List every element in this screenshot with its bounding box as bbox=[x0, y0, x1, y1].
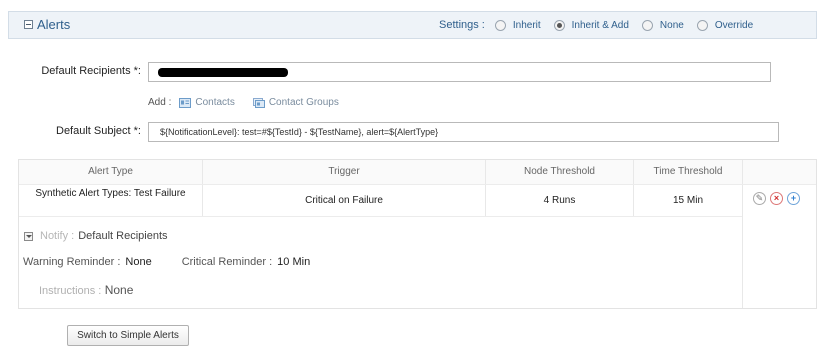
edit-icon[interactable]: ✎ bbox=[753, 192, 766, 205]
reminders-row: Warning Reminder : None Critical Reminde… bbox=[23, 256, 340, 268]
alerts-section-header: Alerts Settings : Inherit Inherit & Add … bbox=[8, 11, 817, 39]
radio-inherit-add[interactable]: Inherit & Add bbox=[553, 19, 629, 31]
notify-value: Default Recipients bbox=[78, 230, 168, 242]
warning-reminder-value: None bbox=[125, 256, 152, 268]
section-title: Alerts bbox=[37, 17, 71, 32]
radio-label: Inherit & Add bbox=[571, 19, 629, 31]
contact-groups-icon bbox=[252, 97, 265, 108]
expand-chevron-icon[interactable] bbox=[24, 231, 33, 241]
add-contacts-label: Contacts bbox=[195, 97, 235, 108]
warning-reminder-label: Warning Reminder : bbox=[23, 256, 121, 268]
default-recipients-input[interactable] bbox=[148, 62, 771, 82]
instructions-label: Instructions : bbox=[39, 285, 102, 297]
radio-circle[interactable] bbox=[494, 19, 506, 31]
default-subject-label: Default Subject *: bbox=[56, 125, 141, 137]
notify-row: Notify : Default Recipients bbox=[24, 230, 168, 242]
radio-circle[interactable] bbox=[641, 19, 653, 31]
cell-node-threshold: 4 Runs bbox=[543, 194, 576, 206]
header-node-threshold: Node Threshold bbox=[486, 160, 633, 184]
radio-override[interactable]: Override bbox=[696, 19, 754, 31]
radio-label: Inherit bbox=[512, 19, 541, 31]
critical-reminder-value: 10 Min bbox=[277, 256, 311, 268]
notify-label: Notify : bbox=[40, 230, 75, 242]
redacted-recipient bbox=[158, 68, 288, 77]
critical-reminder-label: Critical Reminder : bbox=[181, 256, 273, 268]
instructions-value: None bbox=[104, 283, 134, 297]
cell-time-threshold: 15 Min bbox=[672, 194, 703, 206]
switch-to-simple-alerts-button[interactable]: Switch to Simple Alerts bbox=[67, 325, 189, 346]
radio-label: None bbox=[659, 19, 684, 31]
contacts-card-icon bbox=[179, 97, 192, 108]
delete-icon[interactable]: × bbox=[770, 192, 783, 205]
add-groups-label: Contact Groups bbox=[268, 97, 339, 108]
header-actions bbox=[743, 160, 816, 184]
cell-alert-type: Synthetic Alert Types: Test Failure bbox=[35, 188, 186, 199]
default-subject-input[interactable]: ${NotificationLevel}: test=#${TestId} - … bbox=[148, 122, 779, 142]
radio-circle-selected[interactable] bbox=[553, 19, 565, 31]
add-icon[interactable]: + bbox=[787, 192, 800, 205]
add-recipients-row: Add : Contacts Contact Groups bbox=[148, 97, 357, 108]
settings-group: Settings : Inherit Inherit & Add None Ov… bbox=[439, 12, 766, 38]
alerts-table: Alert Type Trigger Node Threshold Time T… bbox=[18, 159, 817, 309]
header-alert-type: Alert Type bbox=[19, 160, 202, 184]
row-divider bbox=[19, 216, 742, 217]
radio-circle[interactable] bbox=[696, 19, 708, 31]
add-contact-groups-link[interactable]: Contact Groups bbox=[252, 97, 339, 108]
settings-label: Settings : bbox=[439, 19, 485, 31]
header-trigger: Trigger bbox=[203, 160, 485, 184]
add-label: Add : bbox=[148, 97, 172, 108]
collapse-icon[interactable] bbox=[24, 20, 33, 29]
default-recipients-label: Default Recipients *: bbox=[41, 65, 141, 77]
radio-none[interactable]: None bbox=[641, 19, 684, 31]
row-actions: ✎ × + bbox=[753, 192, 804, 205]
radio-inherit[interactable]: Inherit bbox=[494, 19, 541, 31]
header-time-threshold: Time Threshold bbox=[634, 160, 742, 184]
add-contacts-link[interactable]: Contacts bbox=[179, 97, 235, 108]
radio-label: Override bbox=[714, 19, 754, 31]
cell-trigger: Critical on Failure bbox=[305, 194, 383, 206]
instructions-row: Instructions : None bbox=[39, 283, 133, 297]
